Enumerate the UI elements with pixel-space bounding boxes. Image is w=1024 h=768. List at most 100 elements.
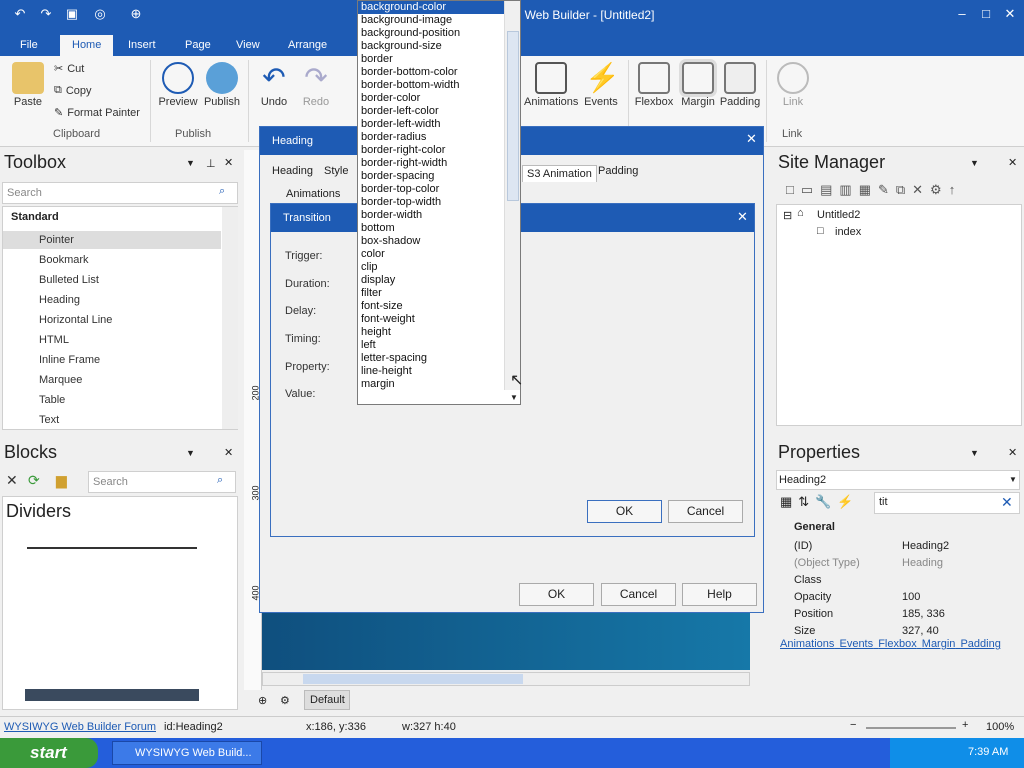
dialog-close-icon[interactable]: ✕: [746, 131, 757, 147]
site-manager-close-icon[interactable]: ✕: [1008, 156, 1017, 169]
panel-menu-icon[interactable]: ▼: [970, 448, 979, 458]
dropdown-option[interactable]: box-shadow: [358, 235, 520, 248]
taskbar-item[interactable]: WYSIWYG Web Build...: [112, 741, 262, 765]
format-painter-button[interactable]: ✎ Format Painter: [54, 106, 140, 120]
page-settings-icon[interactable]: ⚙: [280, 694, 290, 707]
dropdown-option[interactable]: border-right-width: [358, 157, 520, 170]
dropdown-option[interactable]: letter-spacing: [358, 352, 520, 365]
zoom-slider[interactable]: [866, 727, 956, 729]
property-search-box[interactable]: tit ✕: [874, 492, 1020, 514]
toolbox-item[interactable]: Heading: [39, 294, 80, 306]
property-value[interactable]: 327, 40: [902, 625, 939, 637]
dropdown-option[interactable]: background-color: [358, 1, 520, 14]
dropdown-option[interactable]: border-color: [358, 92, 520, 105]
collapse-icon[interactable]: ⊟: [783, 209, 792, 222]
panel-menu-icon[interactable]: ▼: [186, 158, 195, 168]
toolbox-item[interactable]: HTML: [39, 334, 69, 346]
link-events[interactable]: Events: [839, 638, 873, 650]
tree-root[interactable]: Untitled2: [817, 209, 860, 221]
chevron-down-icon[interactable]: ▼: [1009, 475, 1017, 484]
panel-menu-icon[interactable]: ▼: [970, 158, 979, 168]
toolbox-item[interactable]: Pointer: [39, 234, 74, 246]
transition-ok-button[interactable]: OK: [587, 500, 662, 523]
start-button[interactable]: start: [0, 738, 98, 768]
refresh-icon[interactable]: ⟳: [28, 472, 40, 489]
maximize-icon[interactable]: □: [974, 3, 998, 25]
properties-toolbar[interactable]: ▦⇅🔧⚡: [780, 494, 860, 510]
toolbox-item[interactable]: Bookmark: [39, 254, 89, 266]
property-row[interactable]: Opacity 100: [778, 589, 1008, 606]
margin-button[interactable]: Margin: [678, 59, 718, 108]
property-value[interactable]: Heading2: [902, 540, 949, 552]
heading-help-button[interactable]: Help: [682, 583, 757, 606]
tab-home[interactable]: Home: [60, 35, 114, 56]
dropdown-option[interactable]: border-bottom-color: [358, 66, 520, 79]
dropdown-option[interactable]: border-left-width: [358, 118, 520, 131]
tab-arrange[interactable]: Arrange: [276, 35, 339, 56]
property-search-input[interactable]: tit: [879, 496, 888, 508]
undo-button[interactable]: ↶ Undo: [256, 62, 292, 108]
toolbox-search-input[interactable]: Search: [7, 187, 42, 199]
property-value[interactable]: 185, 336: [902, 608, 945, 620]
flexbox-button[interactable]: Flexbox: [634, 62, 674, 108]
pin-icon[interactable]: ⊥: [206, 157, 216, 170]
property-row[interactable]: Position 185, 336: [778, 606, 1008, 623]
dropdown-option[interactable]: margin: [358, 378, 520, 391]
link-button[interactable]: Link: [774, 62, 812, 108]
dropdown-option[interactable]: left: [358, 339, 520, 352]
paste-button[interactable]: Paste: [10, 62, 46, 108]
blocks-search-input[interactable]: Search: [93, 476, 128, 488]
dropdown-option[interactable]: background-position: [358, 27, 520, 40]
dropdown-option[interactable]: clip: [358, 261, 520, 274]
copy-button[interactable]: ⧉ Copy: [54, 84, 92, 97]
site-manager-toolbar[interactable]: □▭▤▥▦✎⧉✕⚙↑: [776, 182, 1022, 202]
transition-close-icon[interactable]: ✕: [737, 209, 748, 225]
dropdown-option[interactable]: border-left-color: [358, 105, 520, 118]
toolbox-item[interactable]: Bulleted List: [39, 274, 99, 286]
clear-search-icon[interactable]: ✕: [1001, 494, 1013, 511]
tree-page-index[interactable]: index: [835, 226, 861, 238]
property-dropdown-list[interactable]: background-color background-image backgrou…: [357, 0, 521, 405]
toolbox-item[interactable]: Table: [39, 394, 65, 406]
blocks-close-icon[interactable]: ✕: [224, 446, 233, 459]
dropdown-option[interactable]: line-height: [358, 365, 520, 378]
property-value[interactable]: 100: [902, 591, 920, 603]
properties-section-general[interactable]: General: [794, 521, 835, 533]
canvas-hscroll[interactable]: [262, 672, 750, 686]
tab-page[interactable]: Page: [173, 35, 223, 56]
dropdown-option[interactable]: border-right-color: [358, 144, 520, 157]
dropdown-scrollbar[interactable]: [504, 1, 520, 390]
toolbox-item[interactable]: Inline Frame: [39, 354, 100, 366]
dropdown-option[interactable]: border: [358, 53, 520, 66]
delete-icon[interactable]: ✕: [6, 472, 18, 489]
toolbox-item[interactable]: Horizontal Line: [39, 314, 112, 326]
dropdown-option[interactable]: font-weight: [358, 313, 520, 326]
divider-preview[interactable]: [25, 689, 199, 701]
property-row[interactable]: (Object Type) Heading: [778, 555, 1008, 572]
dropdown-arrow-icon[interactable]: ▼: [510, 393, 518, 402]
property-row[interactable]: Class: [778, 572, 1008, 589]
toolbox-close-icon[interactable]: ✕: [224, 156, 233, 169]
object-selector[interactable]: Heading2 ▼: [776, 470, 1020, 490]
dropdown-option[interactable]: height: [358, 326, 520, 339]
tab-heading[interactable]: Heading: [272, 165, 313, 177]
dropdown-option[interactable]: filter: [358, 287, 520, 300]
cut-button[interactable]: ✂ Cut: [54, 62, 84, 76]
zoom-out-icon[interactable]: −: [850, 719, 856, 731]
dropdown-option[interactable]: color: [358, 248, 520, 261]
publish-button[interactable]: Publish: [202, 62, 242, 108]
search-icon[interactable]: ⌕: [219, 185, 225, 198]
tab-style[interactable]: Style: [324, 165, 348, 177]
dropdown-option[interactable]: border-bottom-width: [358, 79, 520, 92]
properties-close-icon[interactable]: ✕: [1008, 446, 1017, 459]
link-margin[interactable]: Margin: [922, 638, 956, 650]
property-value[interactable]: Heading: [902, 557, 943, 569]
dropdown-option[interactable]: border-width: [358, 209, 520, 222]
tab-animation[interactable]: S3 Animation: [522, 165, 597, 182]
scroll-thumb[interactable]: [303, 674, 523, 684]
dropdown-option[interactable]: font-size: [358, 300, 520, 313]
add-page-icon[interactable]: ⊕: [258, 694, 267, 707]
blocks-search-box[interactable]: Search ⌕: [88, 471, 236, 493]
dropdown-scroll-thumb[interactable]: [507, 31, 519, 201]
dropdown-option[interactable]: border-top-width: [358, 196, 520, 209]
